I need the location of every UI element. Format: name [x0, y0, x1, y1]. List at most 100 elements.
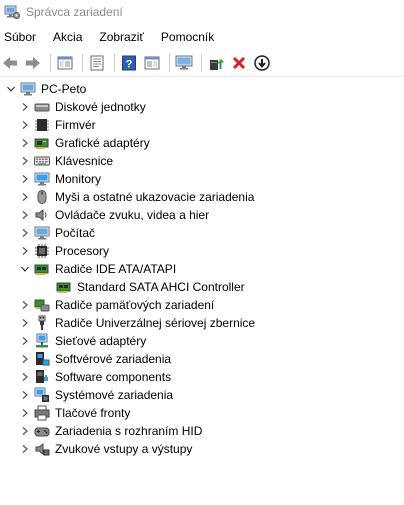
menu-view[interactable]: Zobraziť [99, 30, 144, 44]
tree-item-label: Softvérové zariadenia [55, 352, 172, 366]
back-icon [3, 57, 17, 69]
tree-item-pocitac[interactable]: Počítač [0, 224, 404, 242]
tree-item-radice-univerzalnej-seriovej-zbernice[interactable]: Radiče Univerzálnej sériovej zbernice [0, 314, 404, 332]
tree-item-zvukove-vstupy-a-vystupy[interactable]: Zvukové vstupy a výstupy [0, 440, 404, 458]
tree-item-label: Myši a ostatné ukazovacie zariadenia [55, 190, 255, 204]
chevron-right-icon[interactable] [18, 98, 32, 116]
usb-icon [34, 315, 50, 331]
toolbar-separator [114, 54, 115, 72]
tree-item-diskove-jednotky[interactable]: Diskové jednotky [0, 98, 404, 116]
hid-icon [34, 423, 50, 439]
chevron-right-icon[interactable] [18, 116, 32, 134]
tree-child-standard-sata-ahci-controller[interactable]: Standard SATA AHCI Controller [0, 278, 404, 296]
tree-item-graficke-adaptery[interactable]: Grafické adaptéry [0, 134, 404, 152]
help-button[interactable]: ? [119, 53, 139, 73]
chevron-right-icon[interactable] [18, 314, 32, 332]
tree-item-label: Software components [55, 370, 172, 384]
tree-item-procesory[interactable]: Procesory [0, 242, 404, 260]
device-tree: PC-Peto Diskové jednotky Firmvér Grafické … [0, 80, 404, 458]
window-title: Správca zariadení [26, 5, 123, 19]
chevron-right-icon[interactable] [18, 368, 32, 386]
menu-help[interactable]: Pomocník [161, 30, 214, 44]
forward-button[interactable] [23, 53, 43, 73]
chevron-right-icon[interactable] [18, 206, 32, 224]
computer-icon [34, 225, 50, 241]
tree-root[interactable]: PC-Peto [0, 80, 404, 98]
uninstall-icon [232, 56, 246, 70]
properties-button[interactable] [87, 53, 107, 73]
action-pane-icon [144, 56, 160, 70]
toolbar-separator [201, 54, 202, 72]
tree-item-klavesnice[interactable]: Klávesnice [0, 152, 404, 170]
tree-item-softverove-zariadenia[interactable]: Softvérové zariadenia [0, 350, 404, 368]
tree-item-label: Sieťové adaptéry [55, 334, 147, 348]
display-adapter-icon [34, 135, 50, 151]
tree-item-label: Radiče IDE ATA/ATAPI [55, 262, 177, 276]
speaker-icon [34, 207, 50, 223]
tree-item-label: Klávesnice [55, 154, 114, 168]
monitor-icon [175, 55, 193, 70]
tree-item-label: Procesory [55, 244, 110, 258]
help-icon: ? [122, 55, 136, 71]
tree-item-label: Tlačové fronty [55, 406, 131, 420]
tree-item-systemove-zariadenia[interactable]: Systémové zariadenia [0, 386, 404, 404]
processor-icon [34, 243, 50, 259]
chevron-right-icon[interactable] [18, 332, 32, 350]
chevron-right-icon[interactable] [18, 134, 32, 152]
keyboard-icon [34, 153, 50, 169]
console-tree-button[interactable] [55, 53, 75, 73]
tree-item-label: Radiče pamäťových zariadení [55, 298, 215, 312]
title-bar: Správca zariadení [0, 0, 404, 24]
menu-file[interactable]: Súbor [4, 30, 36, 44]
tree-item-radice-ide-ata-atapi[interactable]: Radiče IDE ATA/ATAPI [0, 260, 404, 278]
update-driver-button[interactable] [206, 53, 226, 73]
tree-item-label: Firmvér [55, 118, 96, 132]
network-adapter-icon [34, 333, 50, 349]
tree-item-label: Počítač [55, 226, 96, 240]
tree-item-sietove-adaptery[interactable]: Sieťové adaptéry [0, 332, 404, 350]
disable-device-button[interactable] [252, 53, 272, 73]
console-tree-icon [57, 56, 73, 70]
monitor-icon [34, 171, 50, 187]
audio-io-icon [34, 441, 50, 457]
tree-item-label: Ovládače zvuku, videa a hier [55, 208, 210, 222]
tree-item-label: Monitory [55, 172, 102, 186]
menu-bar: Súbor Akcia Zobraziť Pomocník [0, 26, 404, 48]
chevron-down-icon[interactable] [18, 260, 32, 278]
scan-hardware-button[interactable] [174, 53, 194, 73]
tree-item-label: Zvukové vstupy a výstupy [55, 442, 193, 456]
chevron-right-icon[interactable] [18, 422, 32, 440]
uninstall-button[interactable] [229, 53, 249, 73]
tree-item-ovladace-zvuku-videa-a-hier[interactable]: Ovládače zvuku, videa a hier [0, 206, 404, 224]
chevron-right-icon[interactable] [18, 296, 32, 314]
chevron-down-icon[interactable] [4, 80, 18, 98]
chevron-right-icon[interactable] [18, 404, 32, 422]
tree-item-firmver[interactable]: Firmvér [0, 116, 404, 134]
tree-item-monitory[interactable]: Monitory [0, 170, 404, 188]
toolbar: ? [0, 50, 404, 77]
firmware-icon [34, 117, 50, 133]
chevron-right-icon[interactable] [18, 350, 32, 368]
chevron-right-icon[interactable] [18, 440, 32, 458]
tree-item-label: Radiče Univerzálnej sériovej zbernice [55, 316, 256, 330]
tree-item-radice-pamatovych-zariadeni[interactable]: Radiče pamäťových zariadení [0, 296, 404, 314]
tree-item-label: Grafické adaptéry [55, 136, 150, 150]
printer-icon [34, 405, 50, 421]
back-button[interactable] [0, 53, 20, 73]
menu-action[interactable]: Akcia [53, 30, 82, 44]
chevron-right-icon[interactable] [18, 386, 32, 404]
toolbar-separator [169, 54, 170, 72]
chevron-right-icon[interactable] [18, 170, 32, 188]
chevron-right-icon[interactable] [18, 152, 32, 170]
chevron-right-icon[interactable] [18, 224, 32, 242]
action-pane-button[interactable] [142, 53, 162, 73]
ide-controller-icon [56, 279, 72, 295]
tree-item-zariadenia-s-rozhranim-hid[interactable]: Zariadenia s rozhraním HID [0, 422, 404, 440]
tree-item-mysi-a-ostatne-ukazovacie-zariadenia[interactable]: Myši a ostatné ukazovacie zariadenia [0, 188, 404, 206]
svg-text:?: ? [126, 59, 133, 71]
tree-item-tlacove-fronty[interactable]: Tlačové fronty [0, 404, 404, 422]
tree-item-software-components[interactable]: Software components [0, 368, 404, 386]
chevron-right-icon[interactable] [18, 188, 32, 206]
chevron-right-icon[interactable] [18, 242, 32, 260]
software-component-icon [34, 369, 50, 385]
